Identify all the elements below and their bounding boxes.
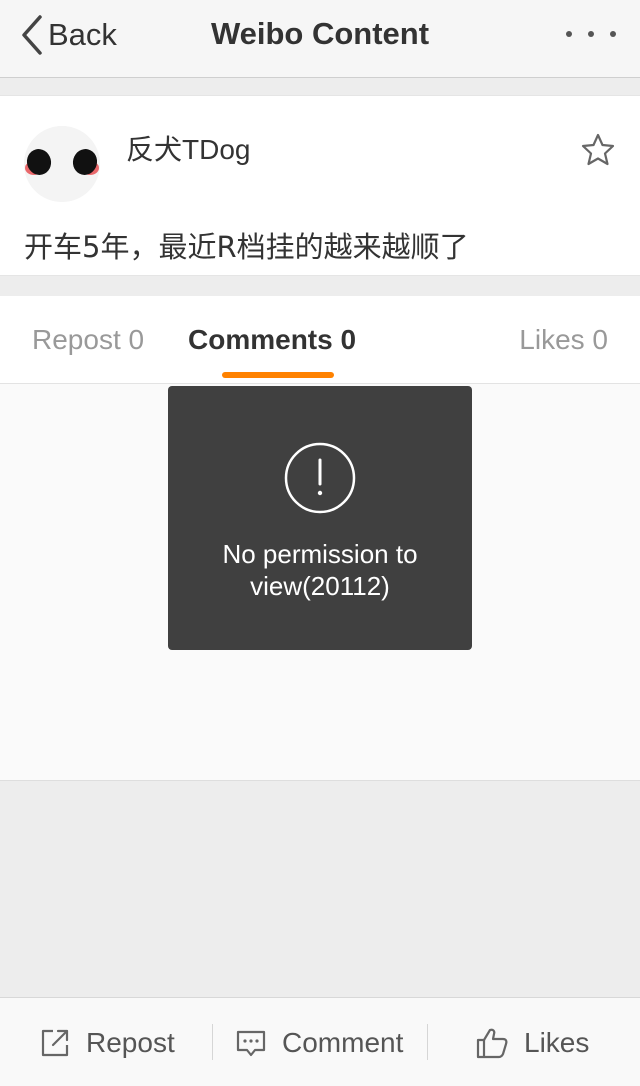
likes-label: Likes xyxy=(524,1026,590,1058)
star-icon xyxy=(581,133,615,166)
comment-label: Comment xyxy=(282,1026,404,1058)
tab-likes[interactable]: Likes 0 xyxy=(519,324,608,356)
more-button[interactable] xyxy=(566,22,616,46)
tab-bar: Repost 0 Comments 0 Likes 0 xyxy=(0,296,640,384)
exclamation-circle-icon xyxy=(284,442,356,514)
thumbs-up-icon xyxy=(476,1028,508,1058)
post-text: 开车5年，最近R档挂的越来越顺了 xyxy=(24,230,469,264)
back-button[interactable]: Back xyxy=(20,14,117,56)
more-icon-dot xyxy=(610,31,616,37)
repost-button[interactable]: Repost xyxy=(38,998,175,1086)
divider xyxy=(212,1024,213,1060)
more-icon-dot xyxy=(566,31,572,37)
likes-button[interactable]: Likes xyxy=(474,998,589,1086)
more-icon-dot xyxy=(588,31,594,37)
chevron-left-icon xyxy=(22,15,42,55)
back-label: Back xyxy=(48,17,117,52)
tab-repost[interactable]: Repost 0 xyxy=(32,324,144,356)
page: Back Weibo Content 反犬TDog 开车5年，最近R档挂的越来越 xyxy=(0,0,640,1086)
error-toast: No permission to view(20112) xyxy=(168,386,472,650)
share-icon xyxy=(41,1029,69,1056)
username[interactable]: 反犬TDog xyxy=(126,128,250,168)
divider xyxy=(427,1024,428,1060)
avatar[interactable] xyxy=(24,126,100,202)
panda-avatar-icon xyxy=(24,126,100,202)
bottom-action-bar: Repost Comment Likes xyxy=(0,997,640,1086)
tab-comments[interactable]: Comments 0 xyxy=(188,324,356,356)
nav-bar: Back Weibo Content xyxy=(0,0,640,78)
post-card: 反犬TDog 开车5年，最近R档挂的越来越顺了 xyxy=(0,95,640,276)
active-tab-indicator xyxy=(222,372,334,378)
repost-label: Repost xyxy=(86,1026,175,1058)
toast-message: No permission to view(20112) xyxy=(222,539,418,601)
comment-icon xyxy=(236,1030,266,1056)
comment-button[interactable]: Comment xyxy=(234,998,403,1086)
favorite-button[interactable] xyxy=(580,132,616,168)
